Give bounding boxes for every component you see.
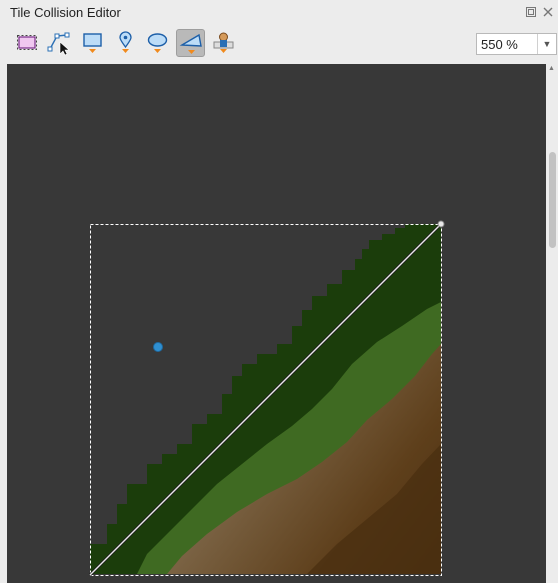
insert-ellipse-icon (147, 33, 168, 53)
scroll-up-icon[interactable]: ▲ (548, 65, 555, 72)
insert-ellipse-button[interactable] (143, 29, 172, 57)
insert-template-button[interactable] (209, 29, 238, 57)
insert-rectangle-button[interactable] (78, 29, 107, 57)
insert-template-icon (213, 32, 234, 53)
tile-preview (88, 220, 445, 577)
polygon-start-point[interactable] (153, 342, 163, 352)
select-objects-icon (17, 35, 37, 50)
insert-point-icon (119, 31, 132, 53)
insert-polygon-button[interactable] (176, 29, 205, 57)
collision-canvas[interactable] (7, 64, 546, 583)
chevron-down-icon[interactable]: ▼ (537, 34, 556, 54)
insert-point-button[interactable] (111, 29, 140, 57)
edit-polygons-icon (47, 32, 70, 56)
insert-rectangle-icon (83, 33, 102, 53)
scroll-thumb[interactable] (549, 152, 556, 248)
window-title: Tile Collision Editor (10, 5, 121, 20)
zoom-select[interactable]: 550 % ▼ (476, 33, 557, 55)
zoom-value: 550 % (481, 37, 518, 52)
titlebar: Tile Collision Editor (0, 0, 558, 27)
vertical-scrollbar[interactable]: ▲ (546, 64, 558, 583)
float-icon[interactable] (525, 6, 537, 18)
close-icon[interactable] (542, 6, 554, 18)
polygon-vertex (437, 220, 445, 228)
toolbar (0, 27, 558, 61)
insert-polygon-icon (179, 33, 202, 54)
select-objects-button[interactable] (13, 29, 42, 57)
edit-polygons-button[interactable] (45, 29, 74, 57)
